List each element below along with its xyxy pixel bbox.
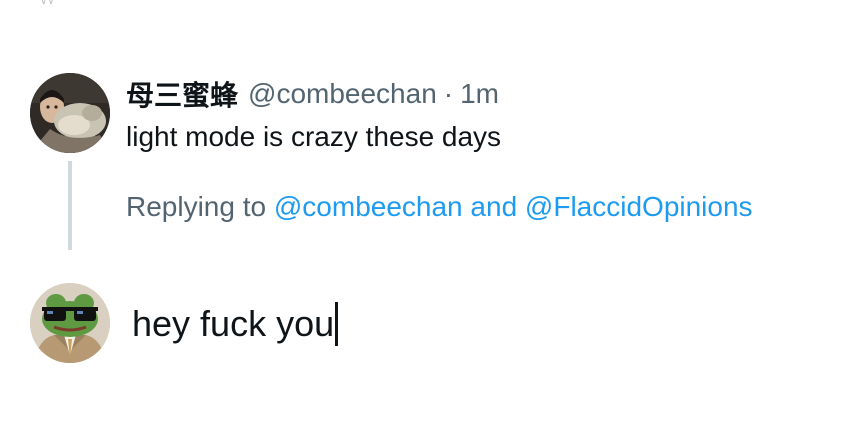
mention-link-combeechan[interactable]: @combeechan [274, 191, 463, 222]
reply-compose-input[interactable]: hey fuck you [132, 302, 832, 346]
author-avatar[interactable] [30, 73, 110, 153]
tweet-header: 母三蜜蜂 @combeechan · 1m [126, 74, 499, 114]
replying-to-prefix: Replying to [126, 191, 274, 222]
meta-separator: · [443, 78, 454, 109]
replying-to-and[interactable]: and [463, 191, 525, 222]
tweet-body: light mode is crazy these days [126, 121, 502, 152]
mention-link-flaccidopinions[interactable]: @FlaccidOpinions [525, 191, 753, 222]
cropped-icon: ∨∨ [40, 0, 62, 4]
thread-connector-line [68, 161, 72, 250]
author-avatar-photo-icon [30, 73, 110, 153]
author-display-name[interactable]: 母三蜜蜂 [126, 74, 238, 114]
reply-compose-text: hey fuck you [132, 303, 335, 344]
text-caret [335, 302, 339, 346]
author-handle[interactable]: @combeechan [248, 78, 437, 110]
replying-to-context: Replying to @combeechan and @FlaccidOpin… [126, 187, 753, 227]
reply-composer-page: ∨∨ 母三蜜蜂 @combeechan · 1m light mode is c… [0, 0, 866, 430]
tweet-timestamp[interactable]: 1m [460, 78, 499, 110]
user-avatar[interactable] [30, 283, 110, 363]
frog-sunglasses-avatar-icon [30, 283, 110, 363]
